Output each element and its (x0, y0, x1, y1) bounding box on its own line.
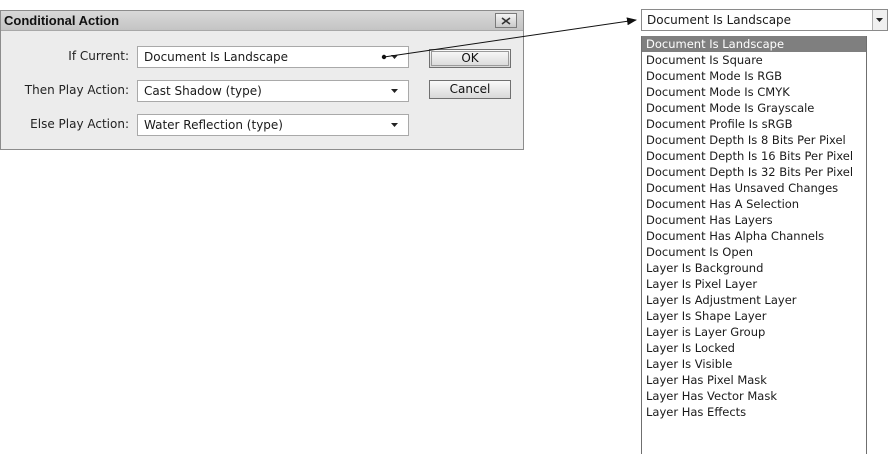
dropdown-option[interactable]: Layer Is Pixel Layer (642, 276, 866, 292)
dropdown-selected-value: Document Is Landscape (647, 13, 792, 27)
dropdown-option[interactable]: Layer Has Effects (642, 404, 866, 420)
dropdown-option[interactable]: Document Profile Is sRGB (642, 116, 866, 132)
dropdown-option[interactable]: Layer Is Shape Layer (642, 308, 866, 324)
dropdown-option[interactable]: Layer Is Visible (642, 356, 866, 372)
dropdown-option[interactable]: Layer Is Locked (642, 340, 866, 356)
dropdown-option[interactable]: Document Depth Is 8 Bits Per Pixel (642, 132, 866, 148)
dropdown-option[interactable]: Document Mode Is Grayscale (642, 100, 866, 116)
dropdown-option[interactable]: Layer Is Background (642, 260, 866, 276)
dropdown-option[interactable]: Layer Is Adjustment Layer (642, 292, 866, 308)
dropdown-option[interactable]: Document Depth Is 32 Bits Per Pixel (642, 164, 866, 180)
dropdown-option[interactable]: Document Is Square (642, 52, 866, 68)
condition-options-list[interactable]: Document Is Landscape Document Is Square D… (641, 36, 867, 454)
dropdown-option[interactable]: Document Has Alpha Channels (642, 228, 866, 244)
dropdown-option[interactable]: Document Has Unsaved Changes (642, 180, 866, 196)
dropdown-option[interactable]: Document Depth Is 16 Bits Per Pixel (642, 148, 866, 164)
dropdown-option[interactable]: Document Has A Selection (642, 196, 866, 212)
dropdown-option[interactable]: Document Mode Is RGB (642, 68, 866, 84)
dropdown-option[interactable]: Layer Has Vector Mask (642, 388, 866, 404)
dropdown-option[interactable]: Document Has Layers (642, 212, 866, 228)
dropdown-toggle[interactable] (872, 10, 887, 30)
dropdown-option[interactable]: Layer is Layer Group (642, 324, 866, 340)
chevron-down-icon (876, 18, 883, 22)
dropdown-option[interactable]: Document Mode Is CMYK (642, 84, 866, 100)
dropdown-option[interactable]: Document Is Landscape (642, 36, 866, 52)
dropdown-option[interactable]: Document Is Open (642, 244, 866, 260)
condition-dropdown-header[interactable]: Document Is Landscape (641, 9, 888, 31)
dropdown-option[interactable]: Layer Has Pixel Mask (642, 372, 866, 388)
